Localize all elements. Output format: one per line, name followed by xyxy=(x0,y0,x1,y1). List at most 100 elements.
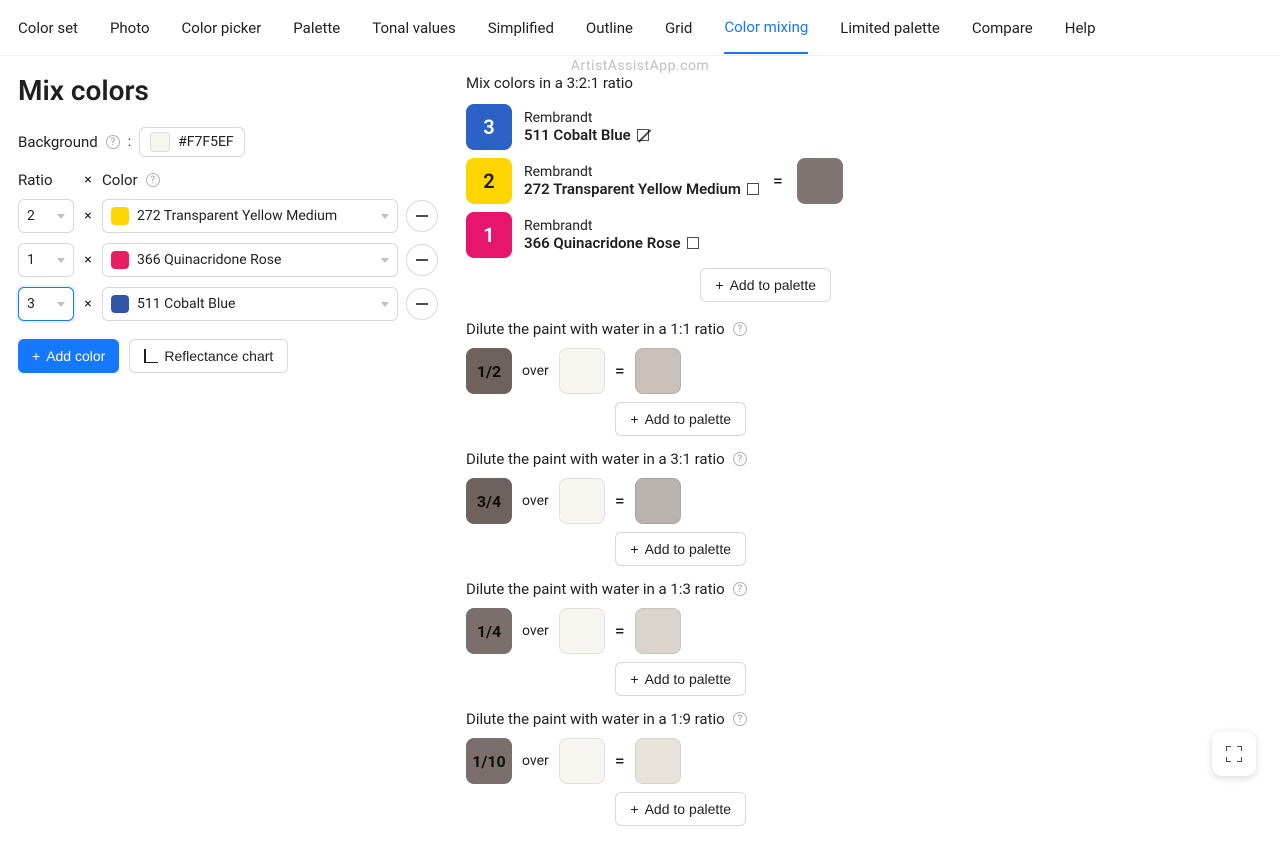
color-select[interactable]: 272 Transparent Yellow Medium xyxy=(102,199,398,233)
tab-tonal-values[interactable]: Tonal values xyxy=(372,3,456,53)
plus-icon: + xyxy=(715,278,723,292)
dilution-title: Dilute the paint with water in a 1:1 rat… xyxy=(466,320,1262,338)
help-icon[interactable]: ? xyxy=(733,322,747,336)
background-swatch xyxy=(559,478,605,524)
dilution-result-swatch xyxy=(635,348,681,394)
ratio-select[interactable]: 1 xyxy=(18,243,74,277)
add-to-palette-button[interactable]: + Add to palette xyxy=(700,268,831,302)
dilution-result-swatch xyxy=(635,608,681,654)
remove-color-button[interactable] xyxy=(406,288,438,320)
help-icon[interactable]: ? xyxy=(106,135,120,149)
equals-sign: = xyxy=(773,171,783,192)
background-input[interactable]: #F7F5EF xyxy=(139,127,245,157)
ratio-chip: 1 xyxy=(466,212,512,258)
ratio-select[interactable]: 3 xyxy=(18,287,74,321)
add-to-palette-button[interactable]: + Add to palette xyxy=(615,532,746,566)
expand-icon xyxy=(1226,746,1242,762)
paint-name: 272 Transparent Yellow Medium xyxy=(524,180,759,198)
tab-limited-palette[interactable]: Limited palette xyxy=(840,3,940,53)
remove-color-button[interactable] xyxy=(406,200,438,232)
chevron-down-icon xyxy=(381,258,389,263)
square-icon xyxy=(637,129,649,141)
add-to-palette-button[interactable]: + Add to palette xyxy=(615,662,746,696)
ratio-header: Ratio xyxy=(18,171,74,189)
add-color-button[interactable]: + Add color xyxy=(18,339,119,373)
paint-brand: Rembrandt xyxy=(524,218,699,234)
ratio-chip: 2 xyxy=(466,158,512,204)
background-hex: #F7F5EF xyxy=(178,134,234,150)
color-swatch xyxy=(111,251,129,269)
paint-name: 366 Quinacridone Rose xyxy=(524,234,699,252)
fullscreen-button[interactable] xyxy=(1212,732,1256,776)
help-icon[interactable]: ? xyxy=(733,452,747,466)
color-swatch xyxy=(111,295,129,313)
over-label: over xyxy=(522,753,549,769)
reflectance-chart-button[interactable]: Reflectance chart xyxy=(129,339,288,373)
minus-icon xyxy=(416,303,428,305)
tab-outline[interactable]: Outline xyxy=(586,3,633,53)
add-to-palette-button[interactable]: + Add to palette xyxy=(615,402,746,436)
background-swatch xyxy=(559,738,605,784)
color-select[interactable]: 366 Quinacridone Rose xyxy=(102,243,398,277)
minus-icon xyxy=(416,215,428,217)
dilution-block: Dilute the paint with water in a 1:3 rat… xyxy=(466,580,1262,696)
paint-item: 2 Rembrandt 272 Transparent Yellow Mediu… xyxy=(466,158,759,204)
multiply-sign: × xyxy=(82,208,94,224)
over-label: over xyxy=(522,363,549,379)
plus-icon: + xyxy=(32,349,40,363)
dilution-block: Dilute the paint with water in a 3:1 rat… xyxy=(466,450,1262,566)
page-title: Mix colors xyxy=(18,74,438,107)
plus-icon: + xyxy=(630,802,638,816)
equals-sign: = xyxy=(615,621,625,642)
tab-color-set[interactable]: Color set xyxy=(18,3,78,53)
background-swatch xyxy=(150,132,170,152)
paint-brand: Rembrandt xyxy=(524,110,649,126)
dilution-result-swatch xyxy=(635,738,681,784)
color-select[interactable]: 511 Cobalt Blue xyxy=(102,287,398,321)
paint-name: 511 Cobalt Blue xyxy=(524,126,649,144)
add-to-palette-button[interactable]: + Add to palette xyxy=(615,792,746,826)
tab-color-mixing[interactable]: Color mixing xyxy=(724,2,808,54)
ratio-select[interactable]: 2 xyxy=(18,199,74,233)
chevron-down-icon xyxy=(381,214,389,219)
over-label: over xyxy=(522,493,549,509)
chevron-down-icon xyxy=(381,302,389,307)
paint-brand: Rembrandt xyxy=(524,164,759,180)
tab-color-picker[interactable]: Color picker xyxy=(182,3,262,53)
paint-item: 1 Rembrandt 366 Quinacridone Rose xyxy=(466,212,759,258)
tab-photo[interactable]: Photo xyxy=(110,3,150,53)
remove-color-button[interactable] xyxy=(406,244,438,276)
fraction-chip: 1/2 xyxy=(466,348,512,394)
help-icon[interactable]: ? xyxy=(733,582,747,596)
watermark: ArtistAssistApp.com xyxy=(571,58,709,74)
fraction-chip: 3/4 xyxy=(466,478,512,524)
color-row: 1 × 366 Quinacridone Rose xyxy=(18,243,438,277)
plus-icon: + xyxy=(630,542,638,556)
chevron-down-icon xyxy=(57,258,65,263)
help-icon[interactable]: ? xyxy=(733,712,747,726)
result-swatch xyxy=(797,158,843,204)
equals-sign: = xyxy=(615,361,625,382)
tab-help[interactable]: Help xyxy=(1065,3,1096,53)
help-icon[interactable]: ? xyxy=(146,173,160,187)
background-label: Background xyxy=(18,133,98,151)
over-label: over xyxy=(522,623,549,639)
tab-palette[interactable]: Palette xyxy=(293,3,340,53)
equals-sign: = xyxy=(615,491,625,512)
plus-icon: + xyxy=(630,672,638,686)
tab-grid[interactable]: Grid xyxy=(665,3,692,53)
tab-simplified[interactable]: Simplified xyxy=(488,3,554,53)
background-swatch xyxy=(559,608,605,654)
fraction-chip: 1/10 xyxy=(466,738,512,784)
fraction-chip: 1/4 xyxy=(466,608,512,654)
background-swatch xyxy=(559,348,605,394)
dilution-result-swatch xyxy=(635,478,681,524)
mix-ratio-title: Mix colors in a 3:2:1 ratio xyxy=(466,74,1262,92)
chevron-down-icon xyxy=(57,214,65,219)
paint-item: 3 Rembrandt 511 Cobalt Blue xyxy=(466,104,759,150)
color-row: 3 × 511 Cobalt Blue xyxy=(18,287,438,321)
x-header: × xyxy=(82,172,94,188)
dilution-block: Dilute the paint with water in a 1:1 rat… xyxy=(466,320,1262,436)
tab-compare[interactable]: Compare xyxy=(972,3,1033,53)
dilution-title: Dilute the paint with water in a 1:3 rat… xyxy=(466,580,1262,598)
